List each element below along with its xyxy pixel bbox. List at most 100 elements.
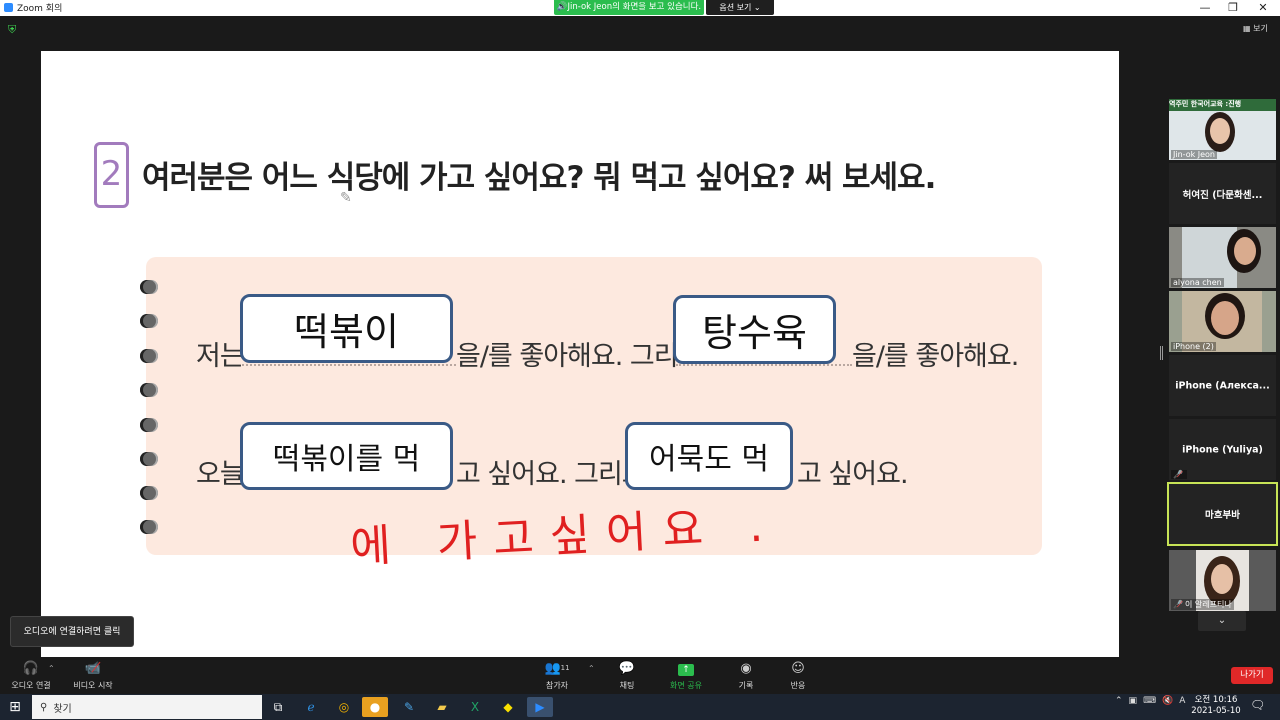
- participants-icon: 👥11: [544, 661, 570, 676]
- participants-caret-icon[interactable]: ⌃: [588, 664, 595, 673]
- chat-label: 채팅: [619, 681, 635, 690]
- line2-prefix: 오늘: [196, 459, 245, 490]
- close-button[interactable]: ✕: [1248, 0, 1278, 16]
- line1-prefix: 저는: [196, 341, 245, 372]
- line1-blank1: [242, 364, 456, 366]
- clock-time: 오전 10:16: [1194, 695, 1238, 705]
- folder-app-icon[interactable]: ●: [362, 697, 388, 717]
- line1-blank2: [676, 364, 852, 366]
- muted-mic-icon: 🎤̸: [1171, 470, 1187, 479]
- line2-answer1: 떡볶이를 먹: [240, 422, 453, 490]
- kakaotalk-icon[interactable]: ◆: [495, 697, 521, 717]
- security-shield-icon[interactable]: ⛨: [8, 24, 19, 35]
- pen-cursor-icon: ✎: [340, 190, 352, 206]
- view-options-button[interactable]: 옵션 보기 ⌄: [706, 0, 774, 15]
- gallery-resize-handle[interactable]: [1160, 346, 1163, 360]
- participant-name: 허여진 (다문화센...: [1182, 189, 1263, 201]
- zoom-taskbar-icon[interactable]: ▶: [527, 697, 553, 717]
- participant-tile[interactable]: iPhone (2): [1169, 291, 1276, 352]
- tray-app-icon[interactable]: ▣: [1129, 696, 1138, 706]
- grid-view-button[interactable]: ▦ 보기: [1243, 23, 1268, 34]
- leave-meeting-button[interactable]: 나가기: [1231, 667, 1273, 684]
- participant-tile[interactable]: 역주민 한국어교육 :진행 Jin-ok Jeon: [1169, 99, 1276, 160]
- binder-ring-icon: [140, 418, 158, 432]
- editor-app-icon[interactable]: ✎: [396, 697, 422, 717]
- participant-tile[interactable]: alyona chen: [1169, 227, 1276, 288]
- participant-tile[interactable]: iPhone (Yuliya) 🎤̸: [1169, 419, 1276, 480]
- record-button[interactable]: ◉ 기록: [726, 660, 766, 691]
- line1-answer2: 탕수육: [673, 295, 836, 364]
- audio-tooltip: 오디오에 연결하려면 클릭: [10, 616, 134, 647]
- reactions-button[interactable]: ☺ 반응: [778, 660, 818, 691]
- ime-indicator[interactable]: A: [1179, 696, 1185, 706]
- share-screen-button[interactable]: ↑ 화면 공유: [663, 660, 709, 691]
- participant-tile-active-speaker[interactable]: 마흐부바: [1167, 482, 1278, 546]
- clock-date: 2021-05-10: [1191, 706, 1241, 716]
- participants-button[interactable]: 👥11 참가자: [536, 660, 578, 691]
- muted-mic-icon: 🎤̸: [1173, 600, 1183, 609]
- tray-expand-icon[interactable]: ⌃: [1115, 696, 1123, 706]
- share-banner-text: Jin-ok Jeon의 화면을 보고 있습니다.: [567, 2, 702, 12]
- minimize-button[interactable]: —: [1190, 0, 1220, 16]
- participant-face: [1234, 237, 1256, 265]
- participants-label: 참가자: [545, 681, 569, 690]
- line1-middle: 을/를 좋아해요. 그리고: [456, 341, 702, 372]
- start-video-label: 비디오 시작: [73, 681, 113, 690]
- line1-suffix: 을/를 좋아해요.: [852, 341, 1019, 372]
- taskbar-clock[interactable]: 오전 10:16 2021-05-10: [1186, 695, 1246, 717]
- network-icon[interactable]: ⌨: [1143, 696, 1156, 706]
- participant-name: alyona chen: [1171, 278, 1224, 287]
- participant-name-tag: 🎤̸ 이 알레프티나: [1171, 599, 1234, 610]
- video-banner-text: 역주민 한국어교육 :진행: [1169, 99, 1276, 111]
- line2-answer2: 어묵도 먹: [625, 422, 793, 490]
- file-explorer-icon[interactable]: ▰: [429, 697, 455, 717]
- chrome-browser-icon[interactable]: ◎: [331, 697, 357, 717]
- volume-muted-icon[interactable]: 🔇: [1162, 696, 1173, 706]
- share-screen-label: 화면 공유: [670, 681, 702, 690]
- binder-ring-icon: [140, 280, 158, 294]
- notification-center-icon[interactable]: 🗨: [1250, 698, 1265, 712]
- participant-face: [1211, 301, 1239, 335]
- smiley-icon: ☺: [791, 661, 805, 676]
- edge-browser-icon[interactable]: ℯ: [298, 697, 324, 717]
- window-title-text: Zoom 회의: [17, 4, 63, 14]
- windows-start-icon[interactable]: ⊞: [6, 698, 24, 716]
- speaker-icon: 🔊: [556, 2, 568, 12]
- participants-count: 11: [560, 664, 570, 672]
- participant-name: 이 알레프티나: [1184, 600, 1232, 609]
- search-icon: ⚲: [40, 701, 48, 713]
- audio-options-caret-icon[interactable]: ⌃: [48, 664, 55, 673]
- participant-tile[interactable]: iPhone (Алекса...: [1169, 355, 1276, 416]
- binder-ring-icon: [140, 486, 158, 500]
- chat-button[interactable]: 💬 채팅: [607, 660, 647, 691]
- binder-ring-icon: [140, 383, 158, 397]
- binder-ring-icon: [140, 520, 158, 534]
- audio-connect-label: 오디오 연결: [11, 681, 51, 690]
- binder-ring-icon: [140, 349, 158, 363]
- share-banner: 🔊Jin-ok Jeon의 화면을 보고 있습니다.: [554, 0, 704, 15]
- participant-face: [1211, 564, 1233, 594]
- participant-tile[interactable]: 🎤̸ 이 알레프티나: [1169, 550, 1276, 611]
- binder-ring-icon: [140, 452, 158, 466]
- gallery-next-page-button[interactable]: ⌄: [1198, 611, 1246, 631]
- participant-name: iPhone (Yuliya): [1182, 444, 1263, 455]
- video-off-icon: 📹̸: [84, 661, 102, 676]
- restore-button[interactable]: ❐: [1218, 0, 1248, 16]
- taskbar-search-box[interactable]: ⚲ 찾기: [32, 695, 262, 719]
- grid-icon: ▦: [1243, 24, 1251, 33]
- chat-icon: 💬: [618, 661, 636, 676]
- zoom-logo-icon: [4, 3, 13, 12]
- participant-tile[interactable]: 허여진 (다문화센...: [1169, 163, 1276, 224]
- participant-face: [1210, 118, 1230, 144]
- start-video-button[interactable]: 📹̸ 비디오 시작: [68, 660, 118, 691]
- task-view-icon[interactable]: ⧉: [265, 697, 291, 717]
- participant-name: Jin-ok Jeon: [1171, 150, 1218, 159]
- participant-name: iPhone (2): [1171, 342, 1216, 351]
- excel-icon[interactable]: X: [462, 697, 488, 717]
- question-text: 여러분은 어느 식당에 가고 싶어요? 뭐 먹고 싶어요? 써 보세요.: [142, 160, 936, 196]
- reactions-label: 반응: [790, 681, 806, 690]
- record-label: 기록: [738, 681, 754, 690]
- line1-answer1: 떡볶이: [240, 294, 453, 363]
- line2-suffix: 고 싶어요.: [797, 459, 909, 490]
- participant-name: 마흐부바: [1205, 510, 1240, 521]
